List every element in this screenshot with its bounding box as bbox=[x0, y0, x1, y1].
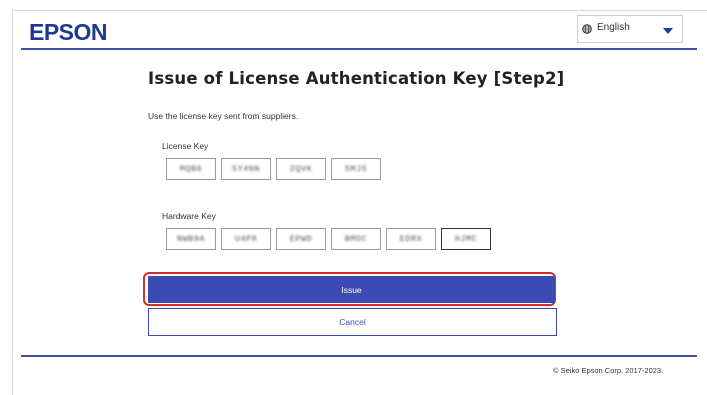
license-key-field-1[interactable]: MQB6 bbox=[166, 158, 216, 180]
hardware-key-value: U4P8 bbox=[234, 234, 258, 244]
language-select[interactable]: English bbox=[577, 15, 683, 43]
license-key-value: 2QVK bbox=[289, 164, 313, 174]
hardware-key-field-2[interactable]: U4P8 bbox=[221, 228, 271, 250]
license-key-value: MQB6 bbox=[179, 164, 203, 174]
hardware-key-value: EPWD bbox=[289, 234, 313, 244]
hardware-key-value: NWB9A bbox=[176, 234, 205, 244]
license-key-field-4[interactable]: 5MJ5 bbox=[331, 158, 381, 180]
intro-text: Use the license key sent from suppliers. bbox=[148, 111, 299, 121]
license-key-field-3[interactable]: 2QVK bbox=[276, 158, 326, 180]
license-key-field-2[interactable]: 5Y4NN bbox=[221, 158, 271, 180]
issue-button[interactable]: Issue bbox=[148, 276, 555, 303]
cancel-button[interactable]: Cancel bbox=[148, 308, 557, 336]
page-title: Issue of License Authentication Key [Ste… bbox=[148, 69, 565, 88]
header-divider bbox=[21, 48, 697, 50]
license-key-value: 5MJ5 bbox=[344, 164, 368, 174]
hardware-key-fields: NWB9A U4P8 EPWD BMDC EDRX HJMC bbox=[166, 228, 491, 250]
epson-logo: EPSON bbox=[29, 19, 108, 45]
hardware-key-field-1[interactable]: NWB9A bbox=[166, 228, 216, 250]
hardware-key-field-3[interactable]: EPWD bbox=[276, 228, 326, 250]
hardware-key-value: BMDC bbox=[344, 234, 368, 244]
hardware-key-value: EDRX bbox=[399, 234, 423, 244]
hardware-key-field-5[interactable]: EDRX bbox=[386, 228, 436, 250]
footer-divider bbox=[21, 355, 697, 357]
hardware-key-field-6[interactable]: HJMC bbox=[441, 228, 491, 250]
hardware-key-label: Hardware Key bbox=[162, 211, 216, 221]
copyright-text: © Seiko Epson Corp. 2017-2023. bbox=[553, 366, 664, 375]
license-key-label: License Key bbox=[162, 141, 209, 151]
license-key-value: 5Y4NN bbox=[231, 164, 260, 174]
hardware-key-field-4[interactable]: BMDC bbox=[331, 228, 381, 250]
license-key-fields: MQB6 5Y4NN 2QVK 5MJ5 bbox=[166, 158, 381, 180]
page-frame: EPSON English Issue of License Authentic… bbox=[12, 10, 707, 395]
language-label: English bbox=[597, 22, 630, 33]
hardware-key-value: HJMC bbox=[454, 234, 478, 244]
globe-icon bbox=[582, 24, 592, 34]
chevron-down-icon bbox=[663, 28, 673, 34]
